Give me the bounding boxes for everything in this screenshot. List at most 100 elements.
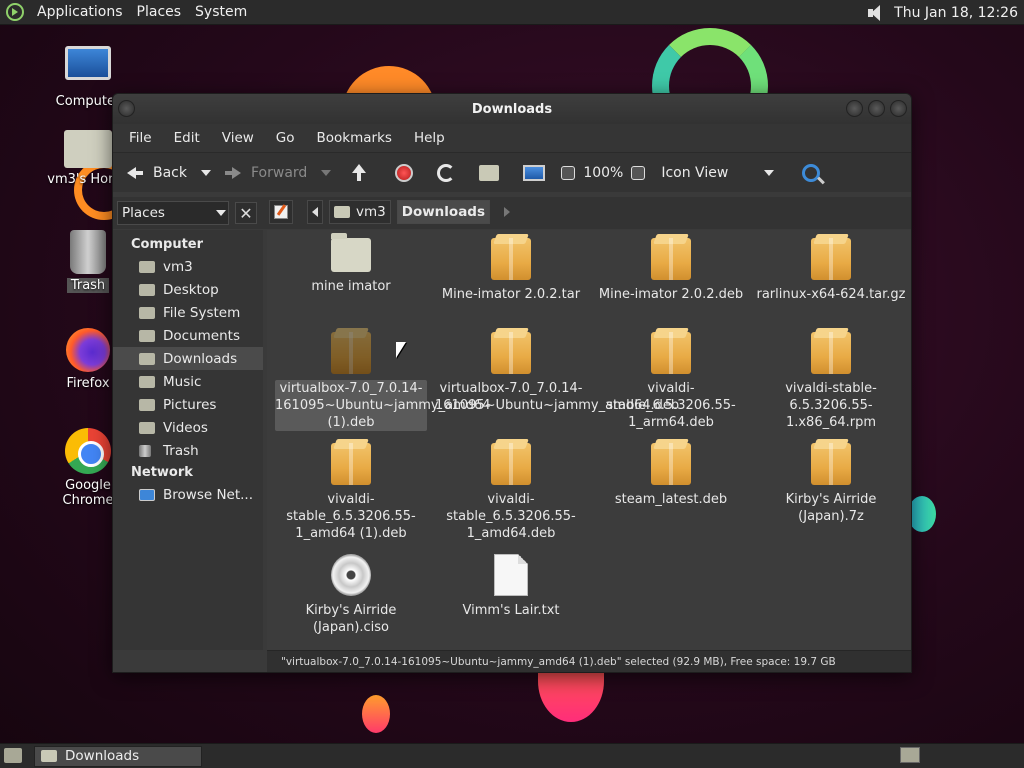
clock[interactable]: Thu Jan 18, 12:26 — [894, 5, 1018, 21]
sidebar-item-music[interactable]: Music — [113, 370, 263, 393]
close-sidebar-button[interactable]: ✕ — [235, 202, 257, 224]
package-icon — [811, 238, 851, 280]
menubar: File Edit View Go Bookmarks Help — [113, 124, 911, 152]
menu-help[interactable]: Help — [403, 130, 456, 146]
menu-bookmarks[interactable]: Bookmarks — [306, 130, 403, 146]
folder-icon — [139, 421, 155, 434]
window-titlebar[interactable]: Downloads — [113, 94, 911, 124]
sidebar-item-label: File System — [163, 304, 241, 321]
sidebar-item-label: Desktop — [163, 281, 219, 298]
view-mode-label: Icon View — [661, 164, 729, 181]
file-item[interactable]: vivaldi-stable_6.5.3206.55-1_arm64.deb — [595, 332, 747, 431]
file-icon-view[interactable]: mine imator Mine-imator 2.0.2.tar Mine-i… — [267, 230, 911, 650]
minimize-button[interactable] — [846, 100, 863, 117]
window-menu-button[interactable] — [118, 100, 135, 117]
forward-arrow-icon — [223, 163, 243, 183]
sidebar-item-videos[interactable]: Videos — [113, 416, 263, 439]
file-item[interactable]: vivaldi-stable-6.5.3206.55-1.x86_64.rpm — [755, 332, 907, 431]
search-button[interactable] — [798, 158, 824, 188]
file-label: Mine-imator 2.0.2.deb — [598, 287, 744, 302]
sidebar-item-browse-network[interactable]: Browse Net... — [113, 483, 263, 506]
home-button[interactable] — [475, 158, 503, 188]
file-label: steam_latest.deb — [614, 492, 728, 507]
path-button-downloads[interactable]: Downloads — [396, 200, 491, 224]
forward-history-dropdown[interactable] — [321, 169, 332, 176]
path-scroll-right[interactable] — [504, 207, 511, 217]
sidebar-item-filesystem[interactable]: File System — [113, 301, 263, 324]
package-icon — [811, 443, 851, 485]
sidebar-places-select[interactable]: Places — [117, 201, 229, 225]
back-arrow-icon — [125, 163, 145, 183]
taskbar-window-button[interactable]: Downloads — [34, 745, 202, 767]
menu-view[interactable]: View — [211, 130, 265, 146]
menu-system[interactable]: System — [188, 4, 254, 20]
zoom-label: 100% — [583, 164, 624, 181]
menu-edit[interactable]: Edit — [163, 130, 211, 146]
desktop-icon-label: Trash — [66, 278, 110, 293]
file-label: mine imator — [311, 279, 391, 294]
sidebar-item-trash[interactable]: Trash — [113, 439, 263, 462]
sidebar-item-desktop[interactable]: Desktop — [113, 278, 263, 301]
file-item[interactable]: rarlinux-x64-624.tar.gz — [755, 238, 907, 303]
distro-logo-icon[interactable] — [6, 3, 24, 21]
network-icon — [139, 488, 155, 501]
computer-icon — [523, 164, 546, 181]
file-item[interactable]: mine imator — [275, 233, 427, 295]
wallpaper-small-blob — [362, 695, 390, 733]
trash-icon — [139, 444, 151, 457]
path-button-vm3[interactable]: vm3 — [329, 200, 391, 224]
computer-button[interactable] — [519, 158, 549, 188]
file-item[interactable]: steam_latest.deb — [595, 443, 747, 508]
package-icon — [651, 332, 691, 374]
file-item[interactable]: Vimm's Lair.txt — [435, 554, 587, 619]
up-button[interactable] — [345, 158, 381, 188]
file-item[interactable]: Mine-imator 2.0.2.tar — [435, 238, 587, 303]
sidebar-item-vm3[interactable]: vm3 — [113, 255, 263, 278]
reload-button[interactable] — [433, 158, 459, 188]
sidebar-item-downloads[interactable]: Downloads — [113, 347, 263, 370]
top-panel: Applications Places System Thu Jan 18, 1… — [0, 0, 1024, 25]
back-history-dropdown[interactable] — [201, 169, 211, 176]
search-icon — [802, 163, 821, 182]
file-label: Kirby's Airride (Japan).7z — [785, 492, 877, 524]
show-desktop-icon[interactable] — [4, 748, 22, 763]
file-item[interactable]: Kirby's Airride (Japan).7z — [755, 443, 907, 525]
zoom-out-button[interactable] — [557, 158, 579, 188]
sidebar-item-label: Downloads — [163, 350, 238, 367]
location-edit-toggle[interactable] — [269, 200, 293, 224]
file-item[interactable]: Mine-imator 2.0.2.deb — [595, 238, 747, 303]
menu-file[interactable]: File — [118, 130, 163, 146]
back-button[interactable]: Back — [121, 158, 191, 188]
chevron-down-icon — [216, 210, 226, 216]
forward-label: Forward — [251, 164, 308, 181]
chrome-icon — [65, 428, 111, 474]
forward-button[interactable]: Forward — [219, 158, 311, 188]
path-scroll-left[interactable] — [307, 200, 323, 224]
zoom-in-button[interactable] — [627, 158, 649, 188]
menu-applications[interactable]: Applications — [30, 4, 130, 20]
menu-go[interactable]: Go — [265, 130, 306, 146]
view-mode-select[interactable]: Icon View — [657, 158, 786, 188]
file-item[interactable]: vivaldi-stable_6.5.3206.55-1_amd64.deb — [435, 443, 587, 542]
menu-places[interactable]: Places — [130, 4, 189, 20]
sidebar-item-documents[interactable]: Documents — [113, 324, 263, 347]
zoom-in-icon — [631, 165, 646, 180]
close-button[interactable] — [890, 100, 907, 117]
zoom-level[interactable]: 100% — [579, 158, 627, 188]
file-item[interactable]: vivaldi-stable_6.5.3206.55-1_amd64 (1).d… — [275, 443, 427, 542]
maximize-button[interactable] — [868, 100, 885, 117]
file-item[interactable]: Kirby's Airride (Japan).ciso — [275, 554, 427, 636]
file-item[interactable]: virtualbox-7.0_7.0.14-161095~Ubuntu~jamm… — [435, 332, 680, 414]
bottom-panel: Downloads — [0, 743, 1024, 768]
volume-icon[interactable] — [866, 4, 886, 22]
sidebar-header-network: Network — [131, 465, 193, 480]
stop-button[interactable] — [391, 158, 417, 188]
trash-icon — [70, 230, 106, 274]
home-icon — [479, 164, 500, 181]
workspace-switcher-icon[interactable] — [900, 747, 920, 763]
file-label: virtualbox-7.0_7.0.14-161095~Ubuntu~jamm… — [275, 380, 491, 431]
file-label: virtualbox-7.0_7.0.14-161095~Ubuntu~jamm… — [435, 381, 680, 413]
sidebar-item-pictures[interactable]: Pictures — [113, 393, 263, 416]
folder-icon — [139, 352, 155, 365]
folder-icon — [139, 329, 155, 342]
